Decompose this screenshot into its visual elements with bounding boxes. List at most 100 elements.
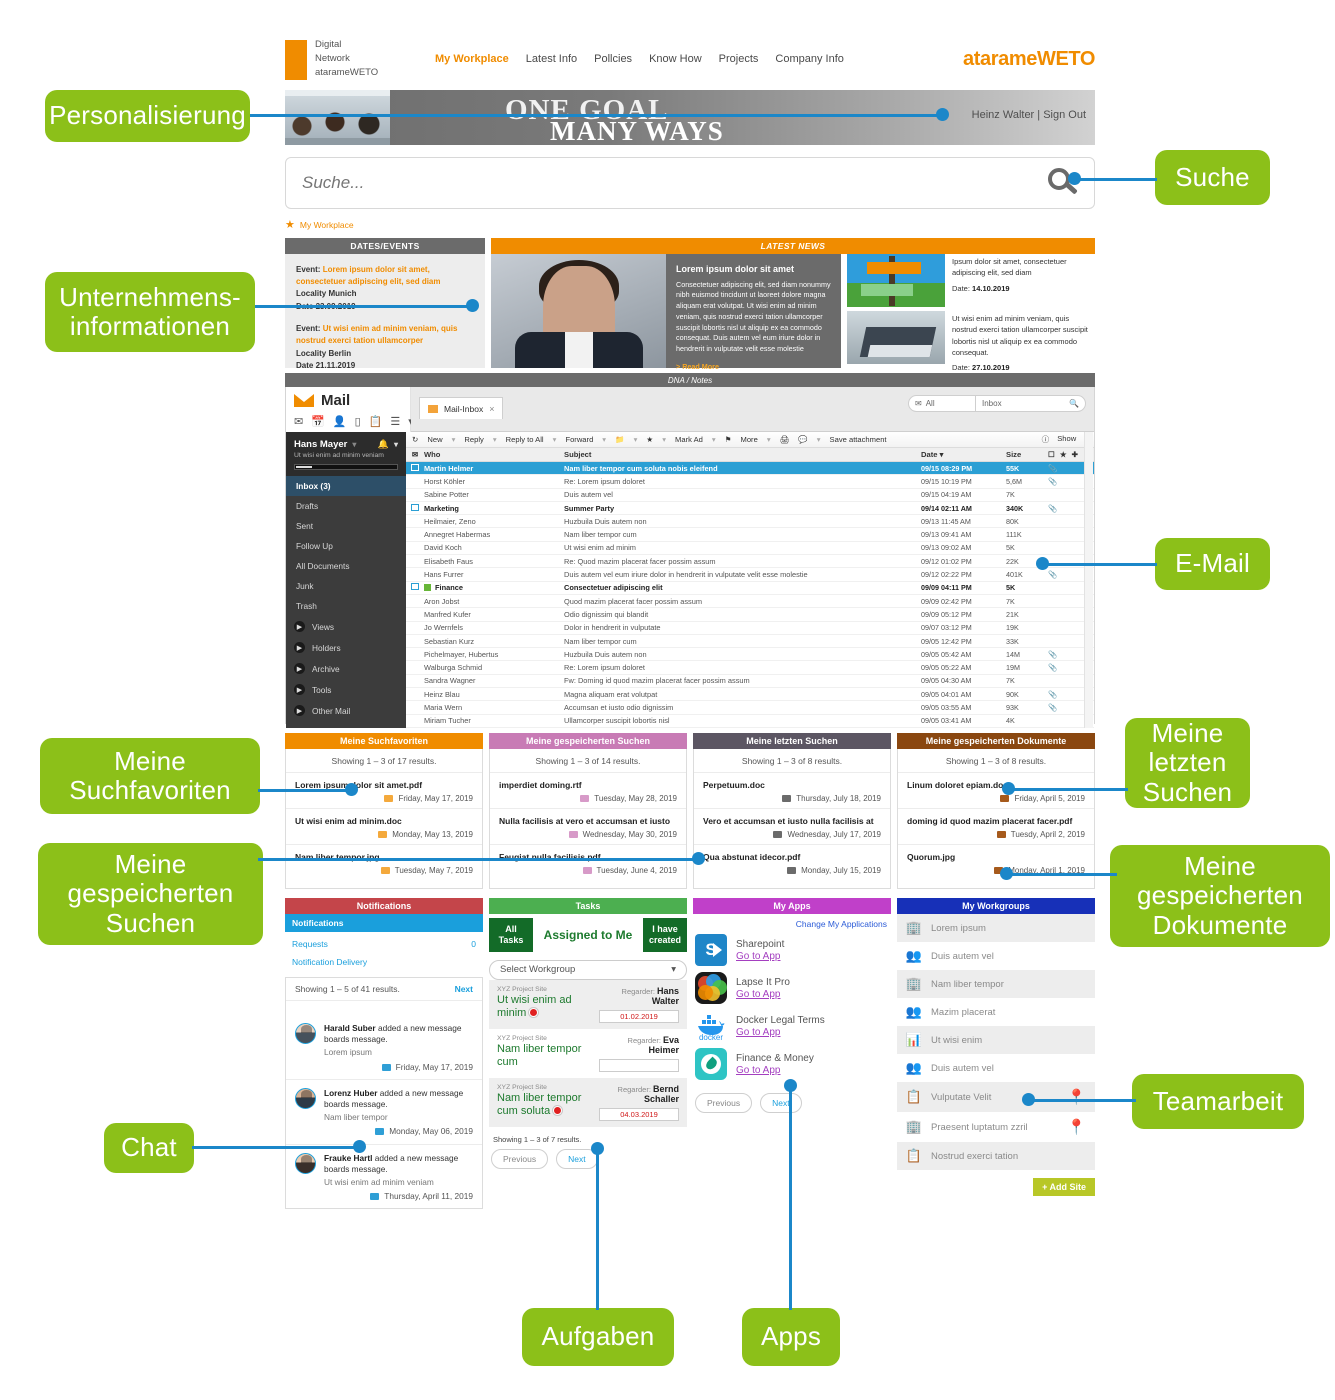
task-item[interactable]: XYZ Project Site Nam liber tempor cum sol…	[489, 1077, 687, 1127]
workgroup-item[interactable]: 📋 Vulputate Velit 📍	[897, 1082, 1095, 1112]
search-panel-item[interactable]: Linum doloret epiam.doc Friday, April 5, …	[898, 773, 1094, 809]
sidebar-item-sent[interactable]: Sent	[286, 516, 406, 536]
favorite-star-icon[interactable]: ★	[285, 218, 295, 231]
chat-icon[interactable]: 💬	[798, 435, 807, 444]
chevron-down-icon[interactable]: ▾	[634, 435, 638, 444]
nav-item-know-how[interactable]: Know How	[649, 53, 702, 65]
chevron-down-icon[interactable]: ▾	[767, 435, 771, 444]
toolbar-new[interactable]: New	[427, 435, 442, 444]
toolbar-save-attachment[interactable]: Save attachment	[830, 435, 887, 444]
search-panel-item[interactable]: Feugiat nulla facilisis.pdf Tuesday, June…	[490, 845, 686, 880]
task-due-date[interactable]: 01.02.2019	[599, 1009, 679, 1023]
app-go-link[interactable]: Go to App	[736, 989, 790, 1000]
tab-all-tasks[interactable]: All Tasks	[489, 918, 533, 952]
sidebar-item-all-documents[interactable]: All Documents	[286, 556, 406, 576]
chevron-down-icon[interactable]: ▾	[602, 435, 606, 444]
nav-item-pollcies[interactable]: Pollcies	[594, 53, 632, 65]
column-date[interactable]: Date ▾	[921, 450, 1006, 459]
site-logo[interactable]: Digital Network atarameWETO	[285, 38, 435, 81]
app-go-link[interactable]: Go to App	[736, 951, 784, 962]
tab-i-have-created[interactable]: I have created	[643, 918, 687, 952]
sidebar-item-archive[interactable]: ▶ Archive	[286, 658, 406, 679]
chevron-down-icon[interactable]: ▾	[493, 435, 497, 444]
task-due-date[interactable]	[599, 1058, 679, 1072]
sidebar-item-views[interactable]: ▶ Views	[286, 616, 406, 637]
search-panel-item[interactable]: doming id quod mazim placerat facer.pdf T…	[898, 809, 1094, 845]
mail-row[interactable]: Sandra Wagner Fw: Doming id quod mazim pl…	[406, 675, 1094, 689]
mail-row[interactable]: Finance Consectetuer adipiscing elit 09/09…	[406, 582, 1094, 595]
mail-search-field[interactable]: Inbox 🔍	[976, 395, 1086, 412]
toolbar-mark-ad[interactable]: Mark Ad	[675, 435, 703, 444]
calendar-icon[interactable]: 📅	[311, 415, 325, 428]
workgroup-item[interactable]: 📊 Ut wisi enim	[897, 1026, 1095, 1054]
workgroup-item[interactable]: 👥 Duis autem vel	[897, 942, 1095, 970]
mail-icon[interactable]: ✉	[294, 415, 303, 428]
mail-row[interactable]: Jo Wernfels Dolor in hendrerit in vulputa…	[406, 622, 1094, 635]
mail-row[interactable]: Elisabeth Faus Re: Quod mazim placerat fa…	[406, 555, 1094, 569]
mail-row[interactable]: Walburga Schmid Re: Lorem ipsum doloret 09…	[406, 661, 1094, 675]
mail-row[interactable]: Sabine Potter Duis autem vel 09/15 04:19 A…	[406, 489, 1094, 502]
flag-column-icon[interactable]: ✚	[1072, 450, 1078, 459]
user-signout[interactable]: Heinz Walter | Sign Out	[972, 109, 1086, 121]
workgroup-item[interactable]: 🏢 Praesent luptatum zzril 📍	[897, 1112, 1095, 1142]
search-panel-item[interactable]: Nam liber tempor.jpg Tuesday, May 7, 2019	[286, 845, 482, 880]
mail-row[interactable]: Horst Köhler Re: Lorem ipsum doloret 09/15…	[406, 475, 1094, 489]
copy-icon[interactable]: 📋	[369, 415, 383, 428]
mail-row-icon[interactable]	[406, 583, 424, 592]
notifications-next[interactable]: Next	[455, 984, 473, 994]
task-item[interactable]: XYZ Project Site Ut wisi enim ad minim Re…	[489, 979, 687, 1029]
requests-row[interactable]: Requests 0	[285, 932, 483, 949]
mail-row[interactable]: Hans Furrer Duis autem vel eum iriure dol…	[406, 568, 1094, 582]
workgroup-item[interactable]: 🏢 Lorem ipsum	[897, 914, 1095, 942]
mail-row[interactable]: Marketing Summer Party 09/14 02:11 AM 340K 📎	[406, 502, 1094, 516]
column-subject[interactable]: Subject	[564, 450, 921, 459]
tab-assigned-to-me[interactable]: Assigned to Me	[538, 918, 638, 952]
workgroup-item[interactable]: 👥 Duis autem vel	[897, 1054, 1095, 1082]
notification-item[interactable]: Harald Suber added a new message boards …	[286, 1015, 482, 1080]
chevron-down-icon[interactable]: ▾	[662, 435, 666, 444]
help-icon[interactable]: ⓘ	[1042, 434, 1050, 445]
workgroup-select[interactable]: Select Workgroup ▾	[489, 959, 687, 980]
workgroup-item[interactable]: 👥 Mazim placerat	[897, 998, 1095, 1026]
tab-mail-inbox[interactable]: Mail-Inbox ×	[419, 397, 504, 419]
chevron-down-icon[interactable]: ▾	[712, 435, 716, 444]
refresh-icon[interactable]: ↻	[412, 435, 418, 444]
mail-row-icon[interactable]	[406, 463, 424, 473]
app-go-link[interactable]: Go to App	[736, 1027, 825, 1038]
task-item[interactable]: XYZ Project Site Nam liber tempor cum Rega…	[489, 1029, 687, 1078]
sidebar-item-other-mail[interactable]: ▶ Other Mail	[286, 700, 406, 721]
task-due-date[interactable]: 04.03.2019	[599, 1107, 679, 1121]
toolbar-reply[interactable]: Reply	[464, 435, 483, 444]
mail-list-scrollbar[interactable]	[1084, 432, 1093, 728]
mail-row[interactable]: David Koch Ut wisi enim ad minim 09/13 09:…	[406, 542, 1094, 556]
list-icon[interactable]: ☰	[390, 415, 400, 428]
search-panel-item[interactable]: Qua abstunat idecor.pdf Monday, July 15, …	[694, 845, 890, 880]
bell-icon[interactable]: 🔔	[378, 439, 389, 450]
apps-previous-button[interactable]: Previous	[695, 1093, 753, 1113]
mail-row[interactable]: Heinz Blau Magna aliquam erat volutpat 09/…	[406, 688, 1094, 702]
nav-item-my-workplace[interactable]: My Workplace	[435, 53, 509, 65]
app-go-link[interactable]: Go to App	[736, 1065, 814, 1076]
mail-row[interactable]: Sebastian Kurz Nam liber tempor cum 09/05 …	[406, 635, 1094, 649]
task-title[interactable]: Ut wisi enim ad minim	[497, 994, 599, 1022]
apps-next-button[interactable]: Next	[760, 1093, 802, 1113]
chevron-down-icon[interactable]: ▾	[452, 435, 456, 444]
news-item[interactable]: Ut wisi enim ad minim veniam, quis nostr…	[847, 311, 1095, 372]
toolbar-forward[interactable]: Forward	[565, 435, 593, 444]
notification-item[interactable]: Frauke Hartl added a new message boards …	[286, 1145, 482, 1209]
app-item-sharepoint[interactable]: S Sharepoint Go to App	[693, 931, 891, 969]
chevron-down-icon[interactable]: ▾	[817, 435, 821, 444]
notification-delivery-link[interactable]: Notification Delivery	[285, 949, 483, 977]
mail-user-block[interactable]: Hans Mayer ▾ 🔔 ▾ Ut wisi enim ad minim v…	[286, 432, 406, 476]
column-who[interactable]: Who	[424, 450, 564, 459]
search-panel-item[interactable]: Vero et accumsan et iusto nulla facilisi…	[694, 809, 890, 845]
sidebar-item-tools[interactable]: ▶ Tools	[286, 679, 406, 700]
star-column-icon[interactable]: ★	[1060, 450, 1067, 459]
toolbar-more[interactable]: More	[741, 435, 758, 444]
app-item-lapse-it-pro[interactable]: Lapse It Pro Go to App	[693, 969, 891, 1007]
task-title[interactable]: Nam liber tempor cum	[497, 1043, 599, 1071]
notifications-tab[interactable]: Notifications	[285, 914, 483, 932]
add-site-button[interactable]: + Add Site	[1033, 1178, 1095, 1196]
sidebar-item-drafts[interactable]: Drafts	[286, 496, 406, 516]
search-input[interactable]	[302, 173, 1048, 193]
